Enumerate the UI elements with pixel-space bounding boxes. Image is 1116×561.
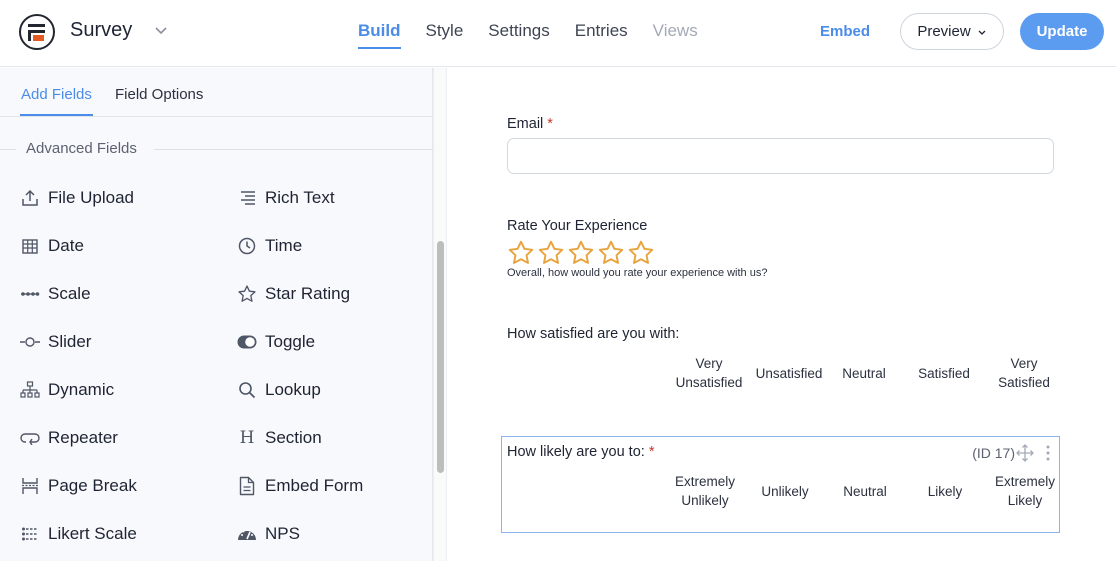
form-title[interactable]: Survey xyxy=(70,19,132,42)
form-canvas: Email * Rate Your Experience Overall, ho… xyxy=(448,68,1116,561)
star-1[interactable] xyxy=(507,240,535,266)
move-icon[interactable] xyxy=(1016,444,1034,462)
likelihood-column-header: Extremely Unlikely xyxy=(665,472,745,510)
nav-settings[interactable]: Settings xyxy=(488,21,549,49)
column-header-line: Satisfied xyxy=(918,366,970,381)
column-header-line: Extremely xyxy=(994,474,1055,489)
preview-label: Preview xyxy=(917,23,971,40)
rich-text-icon xyxy=(237,188,257,208)
star-2[interactable] xyxy=(537,240,565,266)
column-header-line: Unsatisfied xyxy=(675,375,743,390)
preview-button[interactable]: Preview xyxy=(900,13,1004,50)
main-nav: Build Style Settings Entries Views xyxy=(358,21,723,49)
heading-icon: H xyxy=(239,428,255,448)
formidable-logo-icon[interactable] xyxy=(19,14,55,50)
field-repeater[interactable]: Repeater xyxy=(20,423,118,453)
nav-views[interactable]: Views xyxy=(653,21,698,49)
field-time[interactable]: Time xyxy=(237,231,302,261)
satisfaction-column-header: Very Unsatisfied xyxy=(669,354,749,392)
column-header-line: Extremely xyxy=(674,474,735,489)
column-header-line: Neutral xyxy=(842,366,886,381)
likelihood-column-header: Unlikely xyxy=(745,482,825,501)
field-slider[interactable]: Slider xyxy=(20,327,91,357)
upload-icon xyxy=(20,188,40,208)
nav-entries[interactable]: Entries xyxy=(575,21,628,49)
sidebar-scrollbar[interactable] xyxy=(433,68,447,561)
update-button[interactable]: Update xyxy=(1020,13,1104,50)
rating-description: Overall, how would you rate your experie… xyxy=(507,267,768,279)
required-mark: * xyxy=(648,444,655,460)
field-likert-scale[interactable]: Likert Scale xyxy=(20,519,137,549)
field-toggle[interactable]: Toggle xyxy=(237,327,315,357)
tab-add-fields[interactable]: Add Fields xyxy=(20,86,93,116)
field-star-rating[interactable]: Star Rating xyxy=(237,279,350,309)
star-3[interactable] xyxy=(567,240,595,266)
field-nps[interactable]: NPS xyxy=(237,519,300,549)
field-id-label: (ID 17) xyxy=(972,445,1015,461)
email-field-label: Email * xyxy=(507,116,553,132)
field-date[interactable]: Date xyxy=(20,231,84,261)
satisfaction-column-header: Very Satisfied xyxy=(984,354,1064,392)
likelihood-column-header: Likely xyxy=(905,482,985,501)
more-vertical-icon[interactable] xyxy=(1044,444,1052,462)
tab-field-options[interactable]: Field Options xyxy=(115,86,203,116)
clock-icon xyxy=(237,236,257,256)
column-header-line: Unlikely xyxy=(761,484,809,499)
section-title: Advanced Fields xyxy=(26,140,137,157)
column-header-line: Very xyxy=(1010,356,1038,371)
field-embed-form[interactable]: Embed Form xyxy=(237,471,363,501)
likert-icon xyxy=(20,524,40,544)
gauge-icon xyxy=(237,524,257,544)
star-5[interactable] xyxy=(627,240,655,266)
email-input[interactable] xyxy=(507,138,1054,174)
repeat-icon xyxy=(20,428,40,448)
field-dynamic[interactable]: Dynamic xyxy=(20,375,114,405)
nav-style[interactable]: Style xyxy=(426,21,464,49)
likelihood-column-header: Extremely Likely xyxy=(985,472,1065,510)
field-scale[interactable]: Scale xyxy=(20,279,91,309)
field-page-break[interactable]: Page Break xyxy=(20,471,137,501)
column-header-line: Neutral xyxy=(843,484,887,499)
field-section[interactable]: H Section xyxy=(237,423,322,453)
scale-icon xyxy=(20,284,40,304)
column-header-line: Unsatisfied xyxy=(755,366,823,381)
scrollbar-thumb[interactable] xyxy=(437,241,444,473)
toggle-icon xyxy=(237,332,257,352)
likelihood-field-label: How likely are you to: * xyxy=(507,444,655,460)
column-header-line: Likely xyxy=(927,484,963,499)
field-file-upload[interactable]: File Upload xyxy=(20,183,134,213)
column-header-line: Unlikely xyxy=(681,493,729,508)
sidebar-tabs: Add Fields Field Options xyxy=(0,68,433,117)
satisfaction-column-header: Unsatisfied xyxy=(749,364,829,383)
star-icon xyxy=(237,284,257,304)
top-bar: Survey Build Style Settings Entries View… xyxy=(0,0,1116,67)
satisfaction-field-label: How satisfied are you with: xyxy=(507,326,680,342)
field-lookup[interactable]: Lookup xyxy=(237,375,321,405)
field-rich-text[interactable]: Rich Text xyxy=(237,183,335,213)
search-icon xyxy=(237,380,257,400)
chevron-down-icon xyxy=(978,30,986,35)
section-header: Advanced Fields xyxy=(0,138,433,158)
sitemap-icon xyxy=(20,380,40,400)
required-mark: * xyxy=(547,116,553,132)
satisfaction-column-header: Satisfied xyxy=(904,364,984,383)
chevron-down-icon[interactable] xyxy=(153,22,169,38)
calendar-icon xyxy=(20,236,40,256)
likelihood-column-header: Neutral xyxy=(825,482,905,501)
fields-sidebar: Add Fields Field Options Advanced Fields… xyxy=(0,68,433,561)
column-header-line: Satisfied xyxy=(998,375,1050,390)
column-header-line: Likely xyxy=(1007,493,1043,508)
column-header-line: Very xyxy=(695,356,723,371)
rating-field-label: Rate Your Experience xyxy=(507,218,648,234)
star-rating-input xyxy=(507,240,655,266)
likelihood-field-selected[interactable]: How likely are you to: * (ID 17) Extreme… xyxy=(501,436,1060,533)
slider-icon xyxy=(20,332,40,352)
document-icon xyxy=(237,476,257,496)
embed-link[interactable]: Embed xyxy=(820,23,870,40)
satisfaction-column-header: Neutral xyxy=(824,364,904,383)
nav-build[interactable]: Build xyxy=(358,21,401,49)
star-4[interactable] xyxy=(597,240,625,266)
page-break-icon xyxy=(20,476,40,496)
